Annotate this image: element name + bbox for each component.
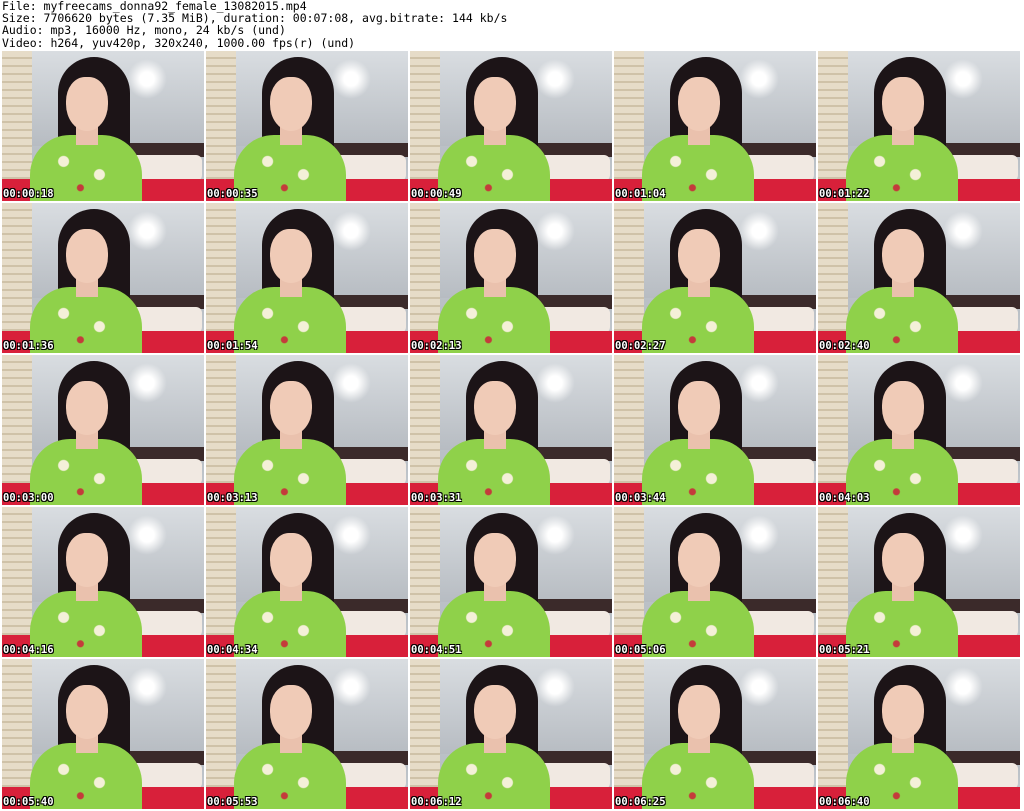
video-thumbnail: 00:00:35 (206, 51, 408, 201)
thumbnail-timestamp: 00:00:49 (411, 188, 462, 200)
person-face (66, 685, 108, 739)
video-thumbnail: 00:00:49 (410, 51, 612, 201)
person-face (882, 229, 924, 283)
person-face (270, 381, 312, 435)
thumbnail-timestamp: 00:00:35 (207, 188, 258, 200)
person-face (882, 77, 924, 131)
person-face (678, 229, 720, 283)
person-face (66, 381, 108, 435)
person-face (474, 77, 516, 131)
person-face (474, 381, 516, 435)
thumbnail-timestamp: 00:06:25 (615, 796, 666, 808)
thumbnail-timestamp: 00:01:04 (615, 188, 666, 200)
video-thumbnail: 00:03:44 (614, 355, 816, 505)
video-thumbnail: 00:01:04 (614, 51, 816, 201)
video-thumbnail: 00:05:06 (614, 507, 816, 657)
thumbnail-timestamp: 00:01:36 (3, 340, 54, 352)
thumbnail-timestamp: 00:03:13 (207, 492, 258, 504)
file-info-header: File: myfreecams_donna92_female_13082015… (2, 0, 507, 49)
video-thumbnail: 00:01:54 (206, 203, 408, 353)
thumbnail-timestamp: 00:05:06 (615, 644, 666, 656)
thumbnail-timestamp: 00:00:18 (3, 188, 54, 200)
thumbnail-timestamp: 00:02:40 (819, 340, 870, 352)
video-thumbnail: 00:04:34 (206, 507, 408, 657)
thumbnail-timestamp: 00:04:34 (207, 644, 258, 656)
person-face (270, 77, 312, 131)
person-face (678, 533, 720, 587)
person-face (678, 685, 720, 739)
video-thumbnail: 00:05:21 (818, 507, 1020, 657)
thumbnail-timestamp: 00:06:40 (819, 796, 870, 808)
video-thumbnail: 00:03:31 (410, 355, 612, 505)
video-thumbnail: 00:04:51 (410, 507, 612, 657)
thumbnail-timestamp: 00:03:31 (411, 492, 462, 504)
person-face (270, 533, 312, 587)
thumbnail-timestamp: 00:01:54 (207, 340, 258, 352)
person-face (66, 533, 108, 587)
person-face (474, 685, 516, 739)
person-face (678, 381, 720, 435)
thumbnail-timestamp: 00:05:53 (207, 796, 258, 808)
video-thumbnail: 00:05:40 (2, 659, 204, 809)
video-line: Video: h264, yuv420p, 320x240, 1000.00 f… (2, 35, 356, 50)
video-thumbnail: 00:02:40 (818, 203, 1020, 353)
video-thumbnail: 00:01:36 (2, 203, 204, 353)
video-thumbnail: 00:05:53 (206, 659, 408, 809)
person-face (882, 381, 924, 435)
thumbnail-timestamp: 00:04:16 (3, 644, 54, 656)
person-face (678, 77, 720, 131)
video-thumbnail: 00:02:13 (410, 203, 612, 353)
video-thumbnail: 00:00:18 (2, 51, 204, 201)
person-face (270, 685, 312, 739)
video-thumbnail: 00:06:25 (614, 659, 816, 809)
person-face (66, 229, 108, 283)
thumbnail-timestamp: 00:01:22 (819, 188, 870, 200)
person-face (66, 77, 108, 131)
person-face (270, 229, 312, 283)
thumbnail-timestamp: 00:04:03 (819, 492, 870, 504)
thumbnail-timestamp: 00:03:44 (615, 492, 666, 504)
video-thumbnail: 00:04:16 (2, 507, 204, 657)
audio-line: Audio: mp3, 16000 Hz, mono, 24 kb/s (und… (2, 23, 286, 38)
thumbnail-timestamp: 00:05:40 (3, 796, 54, 808)
video-thumbnail: 00:04:03 (818, 355, 1020, 505)
thumbnail-timestamp: 00:05:21 (819, 644, 870, 656)
person-face (474, 533, 516, 587)
thumbnail-grid: 00:00:18 00:00:35 00:00:49 00:01:04 00:01:22… (2, 51, 1020, 809)
video-thumbnail: 00:02:27 (614, 203, 816, 353)
thumbnail-timestamp: 00:02:13 (411, 340, 462, 352)
person-face (474, 229, 516, 283)
thumbnail-timestamp: 00:02:27 (615, 340, 666, 352)
video-thumbnail: 00:06:12 (410, 659, 612, 809)
video-thumbnail: 00:06:40 (818, 659, 1020, 809)
video-thumbnail: 00:03:13 (206, 355, 408, 505)
thumbnail-timestamp: 00:03:00 (3, 492, 54, 504)
person-face (882, 685, 924, 739)
video-thumbnail: 00:01:22 (818, 51, 1020, 201)
person-face (882, 533, 924, 587)
thumbnail-timestamp: 00:06:12 (411, 796, 462, 808)
video-thumbnail: 00:03:00 (2, 355, 204, 505)
thumbnail-timestamp: 00:04:51 (411, 644, 462, 656)
